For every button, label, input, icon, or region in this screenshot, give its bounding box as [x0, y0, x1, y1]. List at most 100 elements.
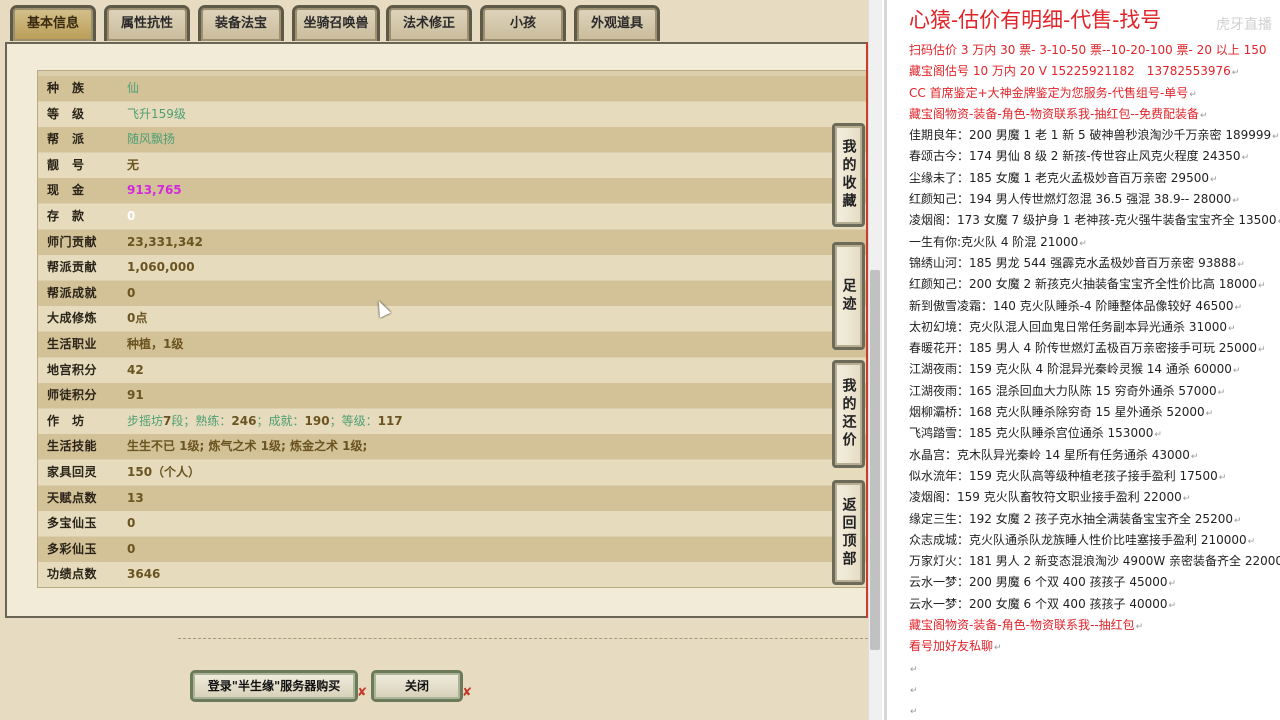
listing-text: 太初幻境：克火队混人回血鬼日常任务副本异光通杀 31000: [909, 319, 1227, 334]
return-mark-icon: ↵: [1272, 132, 1280, 143]
workshop-part: 步摇坊: [127, 413, 164, 428]
headline: 心猿-估价有明细-代售-找号: [909, 8, 1162, 32]
listing-line: 似水流年：159 克火队高等级种植老孩子接手盈利 17500↵: [909, 466, 1280, 487]
return-mark-icon: ↵: [1209, 174, 1218, 185]
tab-2[interactable]: 属性抗性: [104, 5, 190, 41]
info-row: 帮 派 随风飘扬: [38, 127, 868, 153]
info-row: 等 级 飞升159级: [38, 101, 868, 127]
info-row: 多宝仙玉 0: [38, 511, 868, 537]
listing-line: 凌烟阁：159 克火队畜牧符文职业接手盈利 22000↵: [909, 487, 1280, 508]
info-value: 飞升159级: [127, 106, 186, 121]
listing-text: 尘缘未了：185 女魔 1 老克火孟极妙音百万亲密 29500: [909, 170, 1209, 185]
return-mark-icon: ↵: [1231, 68, 1240, 79]
tab-5[interactable]: 法术修正: [386, 5, 472, 41]
listing-line: 藏宝阁估号 10 万内 20 V 15225921182 13782553976…: [909, 61, 1280, 82]
listing-text: 水晶宫：克木队异光秦岭 14 星所有任务通杀 43000: [909, 447, 1190, 462]
info-value: 1,060,000: [127, 260, 195, 275]
info-row: 生活职业 种植，1级: [38, 332, 868, 357]
info-label: 存 款: [47, 209, 85, 223]
listing-text: 江湖夜雨：165 混杀回血大力队陈 15 穷奇外通杀 57000: [909, 383, 1217, 398]
return-mark-icon: ↵: [1232, 196, 1240, 207]
info-value: 0: [127, 209, 136, 223]
info-row: 家具回灵 150（个人）: [38, 460, 868, 485]
listing-line: 锦绣山河：185 男龙 544 强霹克水孟极妙音百万亲密 93888↵: [909, 253, 1280, 274]
side-tab-2[interactable]: 足迹: [832, 242, 865, 350]
listing-text: 红颜知己：194 男人传世燃灯忽混 36.5 强混 38.9-- 28000: [909, 192, 1232, 207]
listing-line: 江湖夜雨：165 混杀回血大力队陈 15 穷奇外通杀 57000↵: [909, 381, 1280, 402]
login-buy-button[interactable]: 登录"半生缘"服务器购买 ✘: [190, 670, 367, 702]
listing-line: 凌烟阁：173 女魔 7 级护身 1 老神孩-克火强牛装备宝宝齐全 13500↵: [909, 210, 1280, 231]
info-value: 913,765: [127, 183, 182, 198]
info-row: 师门贡献 23,331,342: [38, 229, 868, 255]
info-value: 42: [127, 362, 144, 377]
workshop-part: 190: [304, 413, 330, 428]
close-button[interactable]: 关闭 ✘: [371, 670, 472, 702]
listing-line: 万家灯火：181 男人 2 新变态混浪淘沙 4900W 亲密装备齐全 22000…: [909, 551, 1280, 572]
tab-1[interactable]: 基本信息: [10, 5, 96, 41]
listing-text: 红颜知己：200 女魔 2 新孩克火抽装备宝宝齐全性价比高 18000: [909, 277, 1257, 292]
info-label: 多宝仙玉: [47, 516, 98, 531]
return-mark-icon: ↵: [1233, 515, 1242, 526]
info-value: 150（个人）: [127, 465, 201, 479]
tab-6[interactable]: 小孩: [480, 5, 566, 41]
listing-text: 一生有你:克火队 4 阶混 21000: [909, 234, 1079, 249]
listing-text: 凌烟阁：173 女魔 7 级护身 1 老神孩-克火强牛装备宝宝齐全 13500: [909, 213, 1277, 228]
workshop-part: 等级：: [341, 413, 378, 428]
info-row: 功绩点数 3646: [38, 562, 868, 588]
login-buy-label: 登录"半生缘"服务器购买: [207, 679, 341, 693]
info-label: 等 级: [47, 106, 85, 121]
workshop-part: 246: [231, 413, 257, 428]
watermark: 虎牙直播: [1216, 17, 1272, 33]
tab-bar: 基本信息 属性抗性 装备法宝 坐骑召唤兽 法术修正 小孩 外观道具: [0, 0, 868, 42]
tab-4[interactable]: 坐骑召唤兽: [292, 5, 380, 41]
info-label: 帮派成就: [47, 285, 98, 300]
tab-3[interactable]: 装备法宝: [198, 5, 284, 41]
return-mark-icon: ↵: [994, 643, 1002, 654]
return-mark-icon: ↵: [1257, 345, 1266, 356]
info-value: 23,331,342: [127, 234, 203, 249]
info-label: 种 族: [47, 81, 85, 95]
listing-text: 藏宝阁估号 10 万内 20 V 15225921182 13782553976: [909, 64, 1231, 79]
listing-line: ↵: [909, 658, 1280, 679]
listing-text: 扫码估价 3 万内 30 票- 3-10-50 票--10-20-100 票- …: [909, 43, 1267, 57]
close-x-icon: ✘: [356, 685, 367, 699]
info-row: 种 族仙: [38, 76, 868, 101]
info-row: 生活技能 生生不已 1级; 炼气之术 1级; 炼金之术 1级;: [38, 434, 868, 460]
side-tab-1[interactable]: 我的收藏: [832, 123, 865, 227]
return-mark-icon: ↵: [1189, 89, 1197, 100]
scrollbar-thumb[interactable]: [870, 270, 880, 650]
listing-line: 扫码估价 3 万内 30 票- 3-10-50 票--10-20-100 票- …: [909, 40, 1280, 61]
info-value: 无: [127, 157, 140, 172]
listing-line: 缘定三生：192 女魔 2 孩子克水抽全满装备宝宝齐全 25200↵: [909, 509, 1280, 530]
listing-text: 似水流年：159 克火队高等级种植老孩子接手盈利 17500: [909, 468, 1218, 483]
listing-text: 万家灯火：181 男人 2 新变态混浪淘沙 4900W 亲密装备齐全 22000…: [909, 554, 1280, 569]
listing-line: ↵: [909, 679, 1280, 700]
info-label: 功绩点数: [47, 567, 98, 582]
listing-line: 藏宝阁物资-装备-角色-物资联系我-抽红包--免费配装备↵: [909, 104, 1280, 125]
listing-text: 春暖花开：185 男人 4 阶传世燃灯孟极百万亲密接手可玩 25000: [909, 341, 1257, 356]
info-value: 0点: [127, 311, 148, 326]
close-label: 关闭: [404, 679, 429, 693]
info-row: 存 款 0: [38, 204, 868, 229]
info-label: 家具回灵: [47, 465, 98, 479]
listing-text: 藏宝阁物资-装备-角色-物资联系我--抽红包: [909, 618, 1135, 633]
side-tab-4[interactable]: 返回顶部: [832, 480, 865, 585]
character-info-table: 种 族 仙等 级 飞升159级帮 派 随风飘扬靓 号 无现 金 913,765 存 款 0 师门…: [37, 70, 868, 588]
info-value: 仙: [127, 81, 140, 95]
info-row: 帮派贡献 1,060,000: [38, 255, 868, 281]
workshop-part: 成就：: [268, 413, 305, 428]
listing-text: 佳期良年：200 男魔 1 老 1 新 5 破神兽秒浪淘沙千万亲密 189999: [909, 128, 1272, 143]
return-mark-icon: ↵: [1217, 387, 1226, 398]
return-mark-icon: ↵: [1182, 494, 1191, 505]
listing-line: 云水一梦：200 女魔 6 个双 400 孩孩子 40000↵: [909, 594, 1280, 615]
listing-line: 看号加好友私聊↵: [909, 636, 1280, 657]
listing-text: 云水一梦：200 男魔 6 个双 400 孩孩子 45000: [909, 575, 1168, 590]
return-mark-icon: ↵: [910, 707, 918, 718]
workshop-part: ；: [183, 413, 196, 428]
listing-text: 飞鸿踏雪：185 克火队睡杀宫位通杀 153000: [909, 426, 1154, 441]
listing-line: ↵: [909, 700, 1280, 720]
side-tab-3[interactable]: 我的还价: [832, 360, 865, 468]
listing-text: 春颂古今：174 男仙 8 级 2 新孩-传世容止风克火程度 24350: [909, 149, 1241, 164]
tab-7[interactable]: 外观道具: [574, 5, 660, 41]
info-label: 多彩仙玉: [47, 541, 98, 556]
